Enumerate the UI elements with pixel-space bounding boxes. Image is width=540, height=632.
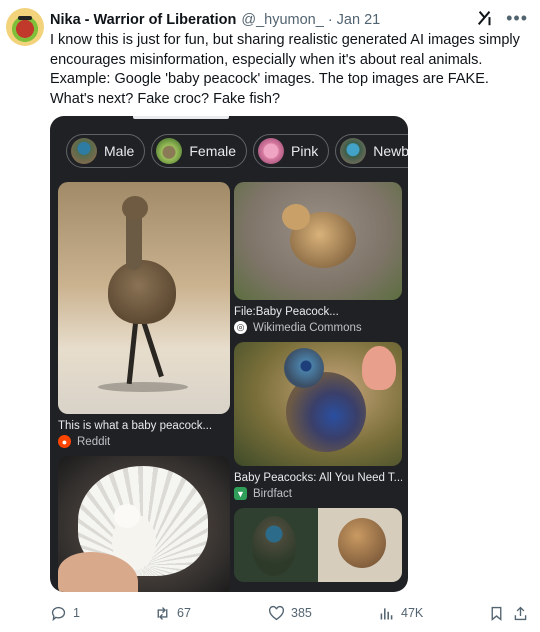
chip-thumbnail [156,138,183,164]
chip-female[interactable]: Female [151,134,248,168]
avatar-detail [18,16,32,20]
bird-head [122,196,148,220]
repost-button[interactable]: 67 [154,605,191,622]
reply-button[interactable]: 1 [50,605,80,622]
bird-body [108,260,176,324]
result-caption[interactable]: Baby Peacocks: All You Need T... [234,472,402,484]
result-image[interactable] [234,182,402,300]
like-count: 385 [291,606,312,620]
chip-label: Pink [291,143,319,159]
results-column-left: This is what a baby peacock... ● Reddit [58,182,230,592]
header-icons: ••• [476,9,528,27]
result-image[interactable] [58,456,230,592]
wikimedia-icon: ◎ [234,321,247,334]
bookmark-button[interactable] [488,605,505,622]
views-count: 47K [401,606,424,620]
chip-newborn[interactable]: Newborn [335,134,408,168]
views-button[interactable]: 47K [378,605,423,622]
image-shadow [98,382,188,392]
chip-label: Newborn [373,143,408,159]
tweet-date[interactable]: Jan 21 [337,12,381,28]
reply-icon [51,606,66,621]
results-column-right: File:Baby Peacock... ◎ Wikimedia Commons… [234,182,402,582]
result-image[interactable] [234,342,402,466]
chip-male[interactable]: Male [66,134,146,168]
header-separator: · [327,12,333,28]
result-image[interactable] [58,182,230,414]
result-caption[interactable]: This is what a baby peacock... [58,420,230,432]
tweet-text: I know this is just for fun, but sharing… [50,32,520,107]
repost-count: 67 [177,606,191,620]
result-card-wikimedia[interactable]: File:Baby Peacock... ◎ Wikimedia Commons [234,182,402,334]
share-button[interactable] [512,605,529,622]
share-icon [514,606,527,620]
tweet-media-screenshot[interactable]: Male Female Pink Newborn This is what a … [50,116,408,592]
chip-pink[interactable]: Pink [253,134,330,168]
result-card-birdfact[interactable]: Baby Peacocks: All You Need T... ▼ Birdf… [234,342,402,500]
repost-icon [157,606,168,620]
chip-thumbnail [340,138,367,164]
author-name[interactable]: Nika - Warrior of Liberation [50,12,236,28]
grok-icon[interactable] [476,9,494,27]
author-handle[interactable]: @_hyumon_ [241,12,323,28]
heart-icon [268,605,285,620]
bookmark-icon [491,606,502,621]
tweet-actions: 1 67 385 47K [50,598,532,628]
filter-chips: Male Female Pink Newborn [66,134,408,168]
source-name: Reddit [77,435,111,448]
result-card-reddit[interactable]: This is what a baby peacock... ● Reddit [58,182,230,448]
bird-head [284,348,324,388]
chip-thumbnail [258,138,285,164]
result-source[interactable]: ▼ Birdfact [234,487,402,500]
result-image[interactable] [234,508,402,582]
bird-leg [141,320,164,378]
result-source[interactable]: ◎ Wikimedia Commons [234,321,402,334]
result-caption[interactable]: File:Baby Peacock... [234,306,402,318]
bird-head [282,204,310,230]
source-name: Wikimedia Commons [253,321,362,334]
reply-count: 1 [73,606,80,620]
flower [362,346,396,390]
bird-head [114,504,140,528]
bird [338,518,386,568]
bird-leg [126,319,139,385]
reddit-icon: ● [58,435,71,448]
views-icon [380,607,393,619]
chip-label: Female [189,143,237,159]
chip-label: Male [104,143,135,159]
tweet-header: Nika - Warrior of Liberation @_hyumon_ ·… [50,9,526,31]
source-name: Birdfact [253,487,292,500]
like-button[interactable]: 385 [268,605,312,622]
birdfact-icon: ▼ [234,487,247,500]
media-top-indicator [133,116,229,119]
result-source[interactable]: ● Reddit [58,435,230,448]
bird [252,516,296,576]
avatar[interactable] [6,8,44,46]
more-horizontal-icon[interactable]: ••• [506,9,528,27]
chip-thumbnail [71,138,97,164]
